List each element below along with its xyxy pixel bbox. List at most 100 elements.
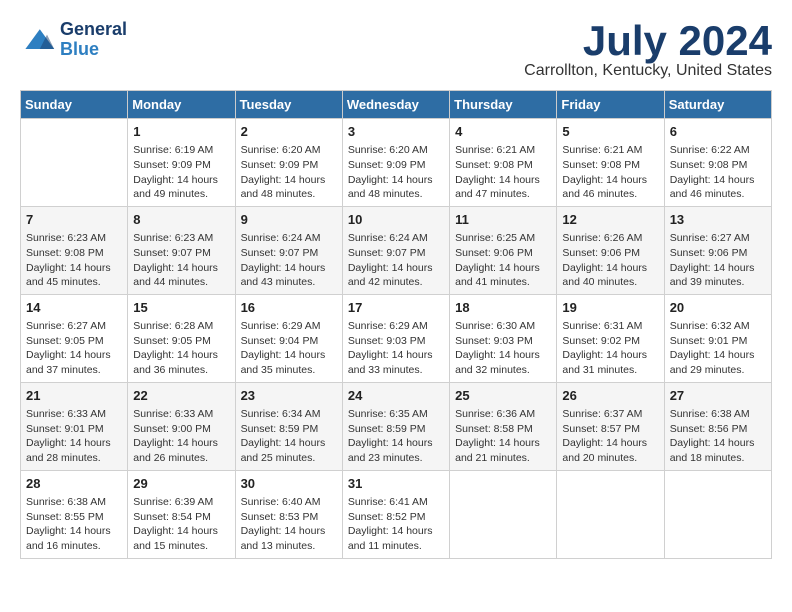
header: General Blue July 2024 Carrollton, Kentu… <box>20 20 772 80</box>
calendar-cell: 10 Sunrise: 6:24 AM Sunset: 9:07 PM Dayli… <box>342 206 449 294</box>
title-area: July 2024 Carrollton, Kentucky, United S… <box>524 20 772 80</box>
day-info: Sunrise: 6:38 AM Sunset: 8:56 PM Dayligh… <box>670 407 766 466</box>
week-row-4: 21 Sunrise: 6:33 AM Sunset: 9:01 PM Dayli… <box>21 382 772 470</box>
calendar-cell <box>21 119 128 207</box>
day-info: Sunrise: 6:41 AM Sunset: 8:52 PM Dayligh… <box>348 495 444 554</box>
calendar-cell <box>664 470 771 558</box>
calendar-cell: 8 Sunrise: 6:23 AM Sunset: 9:07 PM Daylig… <box>128 206 235 294</box>
day-number: 3 <box>348 123 444 141</box>
day-info: Sunrise: 6:33 AM Sunset: 9:01 PM Dayligh… <box>26 407 122 466</box>
calendar-cell: 16Sunrise: 6:29 AM Sunset: 9:04 PM Dayli… <box>235 294 342 382</box>
calendar-cell: 13 Sunrise: 6:27 AM Sunset: 9:06 PM Dayli… <box>664 206 771 294</box>
logo-line1: General <box>60 20 127 40</box>
calendar-cell: 30Sunrise: 6:40 AM Sunset: 8:53 PM Dayli… <box>235 470 342 558</box>
calendar-cell: 1 Sunrise: 6:19 AM Sunset: 9:09 PM Daylig… <box>128 119 235 207</box>
day-number: 22 <box>133 387 229 405</box>
day-number: 14 <box>26 299 122 317</box>
calendar-cell: 6 Sunrise: 6:22 AM Sunset: 9:08 PM Daylig… <box>664 119 771 207</box>
day-info: Sunrise: 6:30 AM Sunset: 9:03 PM Dayligh… <box>455 319 551 378</box>
day-info: Sunrise: 6:33 AM Sunset: 9:00 PM Dayligh… <box>133 407 229 466</box>
week-row-2: 7Sunrise: 6:23 AM Sunset: 9:08 PM Daylig… <box>21 206 772 294</box>
calendar-cell: 17 Sunrise: 6:29 AM Sunset: 9:03 PM Dayli… <box>342 294 449 382</box>
day-number: 11 <box>455 211 551 229</box>
day-info: Sunrise: 6:34 AM Sunset: 8:59 PM Dayligh… <box>241 407 337 466</box>
day-number: 19 <box>562 299 658 317</box>
calendar-cell <box>450 470 557 558</box>
calendar-cell: 14Sunrise: 6:27 AM Sunset: 9:05 PM Dayli… <box>21 294 128 382</box>
day-number: 10 <box>348 211 444 229</box>
day-info: Sunrise: 6:22 AM Sunset: 9:08 PM Dayligh… <box>670 143 766 202</box>
header-saturday: Saturday <box>664 91 771 119</box>
day-info: Sunrise: 6:37 AM Sunset: 8:57 PM Dayligh… <box>562 407 658 466</box>
day-info: Sunrise: 6:21 AM Sunset: 9:08 PM Dayligh… <box>455 143 551 202</box>
day-number: 31 <box>348 475 444 493</box>
day-number: 1 <box>133 123 229 141</box>
logo-icon <box>20 22 56 58</box>
day-number: 6 <box>670 123 766 141</box>
logo: General Blue <box>20 20 127 60</box>
day-info: Sunrise: 6:20 AM Sunset: 9:09 PM Dayligh… <box>348 143 444 202</box>
header-friday: Friday <box>557 91 664 119</box>
calendar-cell: 3 Sunrise: 6:20 AM Sunset: 9:09 PM Daylig… <box>342 119 449 207</box>
day-info: Sunrise: 6:24 AM Sunset: 9:07 PM Dayligh… <box>348 231 444 290</box>
day-info: Sunrise: 6:28 AM Sunset: 9:05 PM Dayligh… <box>133 319 229 378</box>
day-info: Sunrise: 6:23 AM Sunset: 9:08 PM Dayligh… <box>26 231 122 290</box>
logo-line2: Blue <box>60 40 127 60</box>
day-number: 20 <box>670 299 766 317</box>
header-sunday: Sunday <box>21 91 128 119</box>
day-info: Sunrise: 6:38 AM Sunset: 8:55 PM Dayligh… <box>26 495 122 554</box>
calendar-cell: 23 Sunrise: 6:34 AM Sunset: 8:59 PM Dayli… <box>235 382 342 470</box>
calendar-cell: 29 Sunrise: 6:39 AM Sunset: 8:54 PM Dayli… <box>128 470 235 558</box>
day-info: Sunrise: 6:25 AM Sunset: 9:06 PM Dayligh… <box>455 231 551 290</box>
day-info: Sunrise: 6:24 AM Sunset: 9:07 PM Dayligh… <box>241 231 337 290</box>
calendar-body: 1 Sunrise: 6:19 AM Sunset: 9:09 PM Daylig… <box>21 119 772 559</box>
day-info: Sunrise: 6:29 AM Sunset: 9:03 PM Dayligh… <box>348 319 444 378</box>
day-info: Sunrise: 6:27 AM Sunset: 9:06 PM Dayligh… <box>670 231 766 290</box>
calendar-cell: 18 Sunrise: 6:30 AM Sunset: 9:03 PM Dayli… <box>450 294 557 382</box>
calendar-header: SundayMondayTuesdayWednesdayThursdayFrid… <box>21 91 772 119</box>
day-number: 28 <box>26 475 122 493</box>
day-info: Sunrise: 6:40 AM Sunset: 8:53 PM Dayligh… <box>241 495 337 554</box>
day-number: 26 <box>562 387 658 405</box>
calendar-table: SundayMondayTuesdayWednesdayThursdayFrid… <box>20 90 772 559</box>
day-number: 5 <box>562 123 658 141</box>
calendar-cell: 19 Sunrise: 6:31 AM Sunset: 9:02 PM Dayli… <box>557 294 664 382</box>
day-info: Sunrise: 6:19 AM Sunset: 9:09 PM Dayligh… <box>133 143 229 202</box>
day-number: 18 <box>455 299 551 317</box>
day-number: 4 <box>455 123 551 141</box>
day-number: 25 <box>455 387 551 405</box>
day-number: 8 <box>133 211 229 229</box>
day-number: 21 <box>26 387 122 405</box>
calendar-title: July 2024 <box>524 20 772 62</box>
day-number: 23 <box>241 387 337 405</box>
calendar-cell: 9Sunrise: 6:24 AM Sunset: 9:07 PM Daylig… <box>235 206 342 294</box>
week-row-1: 1 Sunrise: 6:19 AM Sunset: 9:09 PM Daylig… <box>21 119 772 207</box>
day-info: Sunrise: 6:35 AM Sunset: 8:59 PM Dayligh… <box>348 407 444 466</box>
header-thursday: Thursday <box>450 91 557 119</box>
week-row-5: 28 Sunrise: 6:38 AM Sunset: 8:55 PM Dayli… <box>21 470 772 558</box>
calendar-cell: 2 Sunrise: 6:20 AM Sunset: 9:09 PM Daylig… <box>235 119 342 207</box>
calendar-cell: 20 Sunrise: 6:32 AM Sunset: 9:01 PM Dayli… <box>664 294 771 382</box>
calendar-cell: 15 Sunrise: 6:28 AM Sunset: 9:05 PM Dayli… <box>128 294 235 382</box>
calendar-subtitle: Carrollton, Kentucky, United States <box>524 62 772 80</box>
calendar-cell: 22 Sunrise: 6:33 AM Sunset: 9:00 PM Dayli… <box>128 382 235 470</box>
day-info: Sunrise: 6:20 AM Sunset: 9:09 PM Dayligh… <box>241 143 337 202</box>
calendar-cell: 31 Sunrise: 6:41 AM Sunset: 8:52 PM Dayli… <box>342 470 449 558</box>
day-number: 17 <box>348 299 444 317</box>
day-number: 13 <box>670 211 766 229</box>
calendar-cell: 5Sunrise: 6:21 AM Sunset: 9:08 PM Daylig… <box>557 119 664 207</box>
header-tuesday: Tuesday <box>235 91 342 119</box>
day-info: Sunrise: 6:39 AM Sunset: 8:54 PM Dayligh… <box>133 495 229 554</box>
day-info: Sunrise: 6:31 AM Sunset: 9:02 PM Dayligh… <box>562 319 658 378</box>
day-number: 2 <box>241 123 337 141</box>
day-number: 29 <box>133 475 229 493</box>
calendar-cell <box>557 470 664 558</box>
day-info: Sunrise: 6:32 AM Sunset: 9:01 PM Dayligh… <box>670 319 766 378</box>
day-info: Sunrise: 6:23 AM Sunset: 9:07 PM Dayligh… <box>133 231 229 290</box>
day-number: 24 <box>348 387 444 405</box>
calendar-cell: 24 Sunrise: 6:35 AM Sunset: 8:59 PM Dayli… <box>342 382 449 470</box>
calendar-cell: 21 Sunrise: 6:33 AM Sunset: 9:01 PM Dayli… <box>21 382 128 470</box>
calendar-cell: 27Sunrise: 6:38 AM Sunset: 8:56 PM Dayli… <box>664 382 771 470</box>
day-number: 15 <box>133 299 229 317</box>
day-number: 12 <box>562 211 658 229</box>
